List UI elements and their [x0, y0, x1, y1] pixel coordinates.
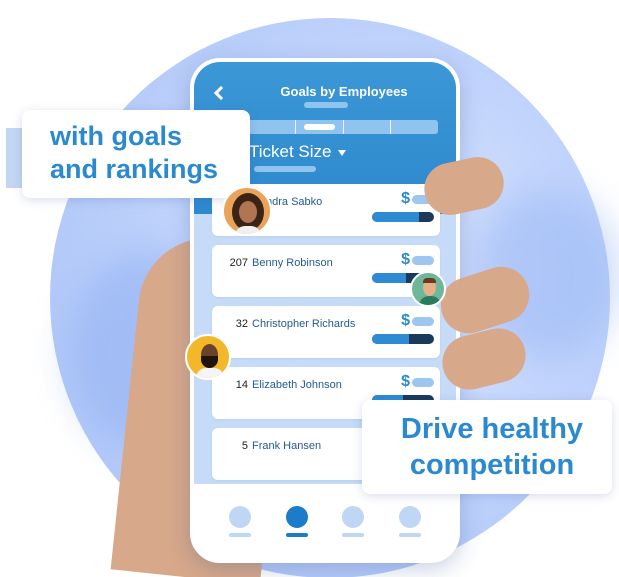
goal-toggle[interactable] — [412, 378, 434, 387]
metric-label: Ticket Size — [249, 142, 332, 161]
goal-toggle[interactable] — [412, 317, 434, 326]
tab-label-placeholder — [229, 533, 252, 537]
employee-name: Elizabeth Johnson — [252, 379, 342, 391]
tab-label-placeholder — [285, 533, 308, 537]
employee-avatar — [222, 186, 272, 236]
employee-name: Christopher Richards — [252, 318, 356, 330]
back-chevron-icon[interactable] — [213, 85, 229, 101]
title-placeholder — [304, 102, 348, 108]
tab-icon — [398, 506, 421, 528]
metric-placeholder — [254, 166, 316, 172]
metric-dropdown[interactable]: Ticket Size — [249, 142, 346, 162]
healthy-competition-callout: Drive healthy competition — [362, 400, 612, 494]
callout-line: and rankings — [50, 154, 219, 184]
employee-rank: 32 — [235, 318, 248, 330]
tab-label-placeholder — [342, 533, 365, 537]
segment-2[interactable] — [296, 120, 344, 134]
segment-3[interactable] — [344, 120, 392, 134]
goals-rankings-callout: with goals and rankings — [22, 110, 250, 198]
callout-line: competition — [409, 449, 575, 481]
bottom-tab-bar — [194, 484, 456, 559]
tab-2[interactable] — [284, 506, 310, 559]
callout-line: Drive healthy — [400, 413, 584, 445]
tab-3[interactable] — [340, 506, 366, 559]
tab-4[interactable] — [397, 506, 423, 559]
tab-label-placeholder — [398, 533, 421, 537]
employee-name: ndra Sabko — [266, 196, 323, 208]
employee-name: Benny Robinson — [252, 257, 333, 269]
goal-progress-bar — [372, 212, 434, 222]
tab-1[interactable] — [227, 506, 253, 559]
avatar-hair — [423, 278, 436, 283]
tab-icon — [285, 506, 308, 528]
goal-progress-bar — [372, 334, 434, 344]
employee-avatar — [410, 271, 446, 307]
goal-toggle[interactable] — [412, 256, 434, 265]
employee-avatar — [185, 334, 231, 380]
employee-row[interactable]: 32 Christopher Richards $ — [212, 306, 440, 358]
dollar-icon: $ — [401, 251, 410, 268]
segment-4[interactable] — [391, 120, 438, 134]
employee-row[interactable]: 207 Benny Robinson $ — [212, 245, 440, 297]
caret-down-icon — [337, 149, 346, 156]
employee-rank: 207 — [229, 257, 248, 269]
employee-rank: 14 — [235, 379, 248, 391]
goal-progress-fill — [372, 334, 410, 344]
period-segmented-control[interactable] — [248, 120, 438, 134]
tab-icon — [342, 506, 365, 528]
avatar-beard — [201, 356, 218, 368]
employee-name: Frank Hansen — [252, 440, 322, 452]
tab-icon — [229, 506, 252, 528]
avatar-face — [239, 201, 257, 223]
segment-1[interactable] — [248, 120, 296, 134]
dollar-icon: $ — [401, 312, 410, 329]
screen-title: Goals by Employees — [280, 84, 408, 99]
goal-progress-fill — [372, 212, 419, 222]
goal-progress-fill — [372, 273, 407, 283]
dollar-icon: $ — [401, 190, 410, 207]
employee-rank: 5 — [241, 440, 248, 452]
dollar-icon: $ — [401, 373, 410, 390]
callout-line: with goals — [50, 121, 183, 151]
